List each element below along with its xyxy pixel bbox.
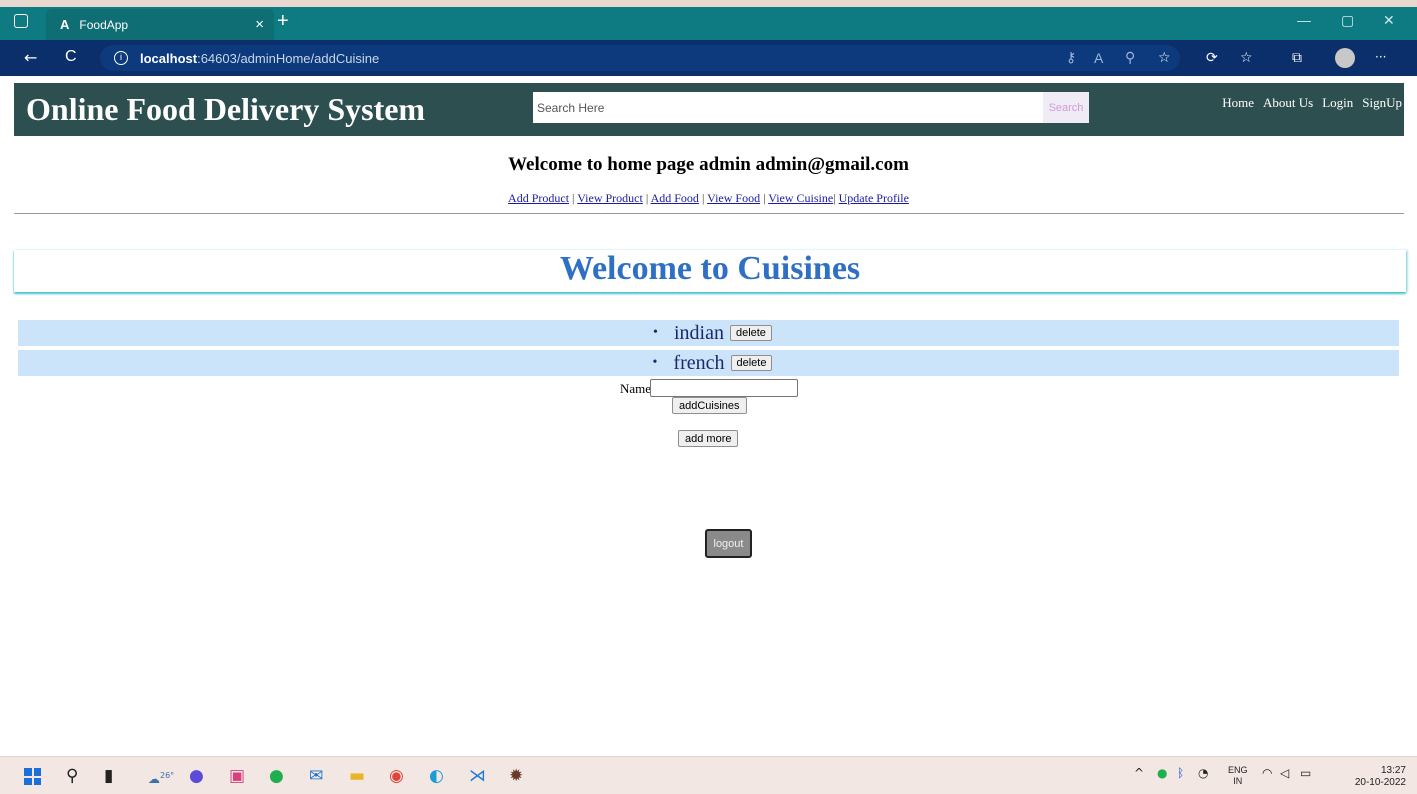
tab-favicon-icon: A (60, 17, 70, 32)
weather-icon[interactable]: ☁26° (148, 766, 174, 789)
address-bar: ← C i localhost:64603/adminHome/addCuisi… (0, 40, 1417, 76)
file-explorer-icon[interactable]: ▬ (349, 766, 365, 786)
windows-start-icon[interactable] (24, 768, 41, 785)
link-update-profile[interactable]: Update Profile (839, 191, 909, 205)
tab-actions-icon[interactable] (14, 14, 28, 28)
nav-signup[interactable]: SignUp (1362, 95, 1402, 111)
read-aloud-icon[interactable]: A (1094, 50, 1103, 66)
profile-avatar[interactable] (1335, 48, 1355, 68)
list-item: • french delete (18, 350, 1399, 376)
site-header: Online Food Delivery System Search Home … (14, 83, 1404, 136)
delete-button[interactable]: delete (730, 355, 773, 371)
collections-icon[interactable]: ⧉ (1292, 50, 1302, 66)
tab-close-icon[interactable]: × (255, 16, 264, 33)
vscode-icon[interactable]: ⋊ (469, 766, 486, 786)
name-label: Name (620, 381, 652, 396)
menu-icon[interactable]: ··· (1375, 50, 1386, 64)
top-nav: Home About Us Login SignUp (1222, 95, 1402, 111)
favorite-star-icon[interactable]: ☆ (1158, 50, 1171, 66)
cuisine-name: indian (673, 321, 724, 344)
window-close-icon[interactable]: ✕ (1383, 12, 1395, 29)
link-view-food[interactable]: View Food (707, 191, 760, 205)
link-separator: | (642, 191, 651, 205)
name-input[interactable] (650, 379, 798, 397)
welcome-message: Welcome to home page admin admin@gmail.c… (508, 154, 909, 175)
link-view-cuisine[interactable]: View Cuisine (768, 191, 833, 205)
link-view-product[interactable]: View Product (577, 191, 643, 205)
url-host: localhost (140, 50, 198, 66)
url-field[interactable]: i localhost:64603/adminHome/addCuisine (100, 45, 1180, 71)
taskbar: ⚲ ▮ ☁26° ● ▣ ● ✉ ▬ ◉ ◐ ⋊ ✹ ^ ● ᛒ ◔ ENG I… (0, 756, 1417, 794)
site-brand: Online Food Delivery System (26, 91, 426, 127)
new-tab-icon[interactable]: + (277, 10, 289, 33)
cuisine-banner: Welcome to Cuisines (14, 250, 1406, 292)
nav-about-us[interactable]: About Us (1263, 95, 1313, 111)
nav-home[interactable]: Home (1222, 95, 1254, 111)
bullet: • (652, 355, 658, 370)
zoom-icon[interactable]: ⚲ (1125, 50, 1135, 66)
favorites-list-icon[interactable]: ☆ (1240, 50, 1253, 66)
bullet: • (653, 325, 658, 340)
refresh-icon[interactable]: C (65, 48, 77, 66)
task-view-icon[interactable]: ▮ (104, 766, 113, 786)
battery-icon[interactable]: ▭ (1300, 766, 1311, 780)
add-cuisines-button[interactable]: addCuisines (672, 397, 747, 414)
admin-links: Add Product | View Product | Add Food | … (0, 191, 1417, 206)
key-icon[interactable]: ⚷ (1066, 50, 1076, 66)
chrome-icon[interactable]: ◉ (389, 766, 404, 786)
search-button[interactable]: Search (1043, 92, 1089, 123)
bluetooth-icon[interactable]: ᛒ (1177, 766, 1184, 780)
extensions-icon[interactable]: ⟳ (1206, 50, 1218, 66)
clock[interactable]: 13:27 20-10-2022 (1336, 765, 1406, 789)
minimize-icon[interactable]: — (1297, 12, 1311, 28)
tab-title: FoodApp (79, 17, 129, 32)
cuisine-list: • indian delete • french delete (18, 320, 1399, 380)
list-item: • indian delete (18, 320, 1399, 346)
cuisine-name: french (673, 351, 725, 374)
link-add-product[interactable]: Add Product (508, 191, 569, 205)
link-separator: | (698, 191, 708, 205)
network-status-icon[interactable]: ◔ (1198, 766, 1208, 780)
restore-icon[interactable]: ▢ (1341, 12, 1354, 29)
tray-app-icon[interactable]: ● (1157, 766, 1167, 780)
page-title: Welcome to Cuisines (559, 250, 861, 287)
url-path: :64603/adminHome/addCuisine (197, 50, 380, 66)
search-input[interactable] (533, 92, 1043, 123)
back-icon[interactable]: ← (24, 48, 37, 67)
delete-button[interactable]: delete (729, 325, 772, 341)
wifi-icon[interactable]: ◠ (1262, 766, 1272, 780)
browser-tab-bar: A FoodApp × + — ▢ ✕ (0, 0, 1417, 40)
tab-bar-top-strip (0, 0, 1417, 7)
edge-icon[interactable]: ◐ (429, 766, 444, 786)
mail-icon[interactable]: ✉ (309, 766, 323, 786)
language-indicator[interactable]: ENG IN (1228, 765, 1248, 787)
clock-time: 13:27 (1380, 765, 1406, 776)
divider (14, 213, 1404, 214)
add-more-button[interactable]: add more (678, 430, 739, 447)
weather-temp: 26° (160, 771, 175, 780)
lang-bottom: IN (1233, 776, 1243, 786)
link-add-food[interactable]: Add Food (651, 191, 699, 205)
search-icon[interactable]: ⚲ (66, 766, 78, 786)
link-separator: | (569, 191, 578, 205)
nav-login[interactable]: Login (1322, 95, 1353, 111)
xampp-icon[interactable]: ▣ (229, 766, 245, 786)
lang-top: ENG (1228, 765, 1248, 775)
site-info-icon[interactable]: i (114, 51, 128, 65)
browser-tab-foodapp[interactable]: A FoodApp × (46, 9, 274, 40)
chat-icon[interactable]: ● (189, 766, 204, 786)
logout-button[interactable]: logout (705, 529, 752, 558)
whatsapp-icon[interactable]: ● (269, 766, 284, 786)
clock-date: 20-10-2022 (1354, 777, 1406, 788)
volume-icon[interactable]: ◁ (1280, 766, 1289, 780)
tray-caret-icon[interactable]: ^ (1134, 766, 1144, 780)
app-icon[interactable]: ✹ (509, 766, 523, 786)
